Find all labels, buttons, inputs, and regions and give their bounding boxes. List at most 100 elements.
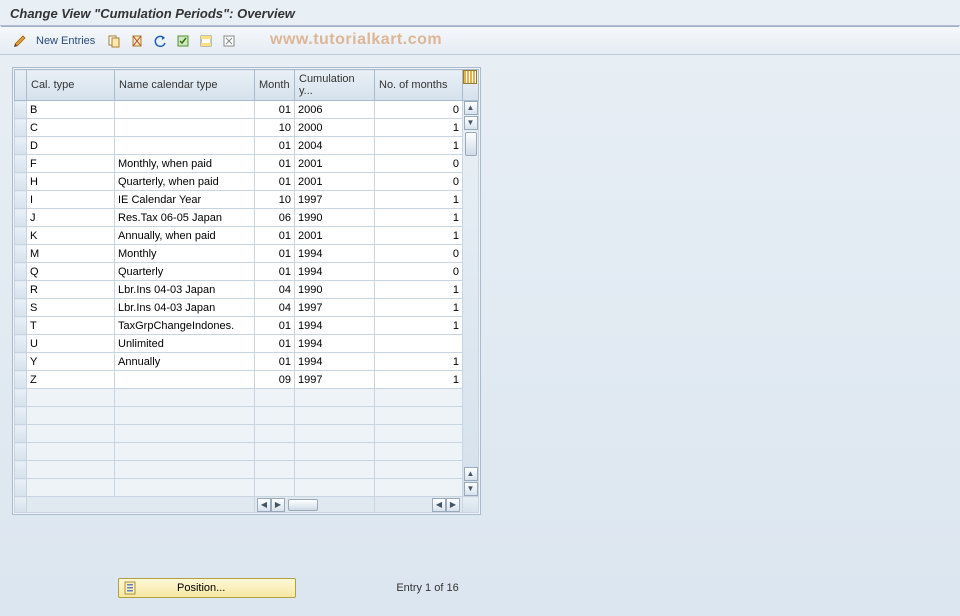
cell-cumulation[interactable]: 1997 — [295, 191, 375, 209]
scroll-down-step-button[interactable]: ▼ — [464, 116, 478, 130]
cell-caltype[interactable]: Y — [27, 353, 115, 371]
cell-cumulation[interactable]: 2001 — [295, 173, 375, 191]
cell-months[interactable]: 1 — [375, 317, 463, 335]
hscroll-left-button[interactable]: ◀ — [257, 498, 271, 512]
cell-caltype[interactable]: D — [27, 137, 115, 155]
row-selector[interactable] — [15, 317, 27, 335]
cell-caltype[interactable]: B — [27, 101, 115, 119]
table-row[interactable]: YAnnually0119941 — [15, 353, 479, 371]
cell-name[interactable]: Annually — [115, 353, 255, 371]
delete-icon[interactable] — [127, 32, 147, 50]
table-row[interactable]: IIE Calendar Year1019971 — [15, 191, 479, 209]
corner-cell[interactable] — [15, 70, 27, 101]
copy-icon[interactable] — [104, 32, 124, 50]
row-selector[interactable] — [15, 101, 27, 119]
table-row[interactable]: RLbr.Ins 04-03 Japan0419901 — [15, 281, 479, 299]
row-selector[interactable] — [15, 461, 27, 479]
cell-month[interactable]: 09 — [255, 371, 295, 389]
cell-month[interactable]: 01 — [255, 353, 295, 371]
cell-months[interactable]: 1 — [375, 137, 463, 155]
cell-name[interactable] — [115, 137, 255, 155]
cell-cumulation[interactable]: 1994 — [295, 263, 375, 281]
cell-name[interactable] — [115, 371, 255, 389]
horizontal-scrollbar[interactable]: ◀▶ — [255, 497, 375, 513]
row-selector[interactable] — [15, 191, 27, 209]
cell-month[interactable]: 01 — [255, 335, 295, 353]
row-selector[interactable] — [15, 335, 27, 353]
cell-month[interactable]: 01 — [255, 317, 295, 335]
col-header-name[interactable]: Name calendar type — [115, 70, 255, 101]
cell-month[interactable]: 01 — [255, 137, 295, 155]
hscroll-thumb[interactable] — [288, 499, 318, 511]
table-row[interactable]: MMonthly0119940 — [15, 245, 479, 263]
cell-cumulation[interactable]: 1990 — [295, 209, 375, 227]
cell-caltype[interactable]: I — [27, 191, 115, 209]
cell-caltype[interactable]: F — [27, 155, 115, 173]
cell-caltype[interactable]: Z — [27, 371, 115, 389]
scroll-thumb[interactable] — [465, 132, 477, 156]
row-selector[interactable] — [15, 137, 27, 155]
cell-months[interactable]: 1 — [375, 371, 463, 389]
cell-cumulation[interactable]: 2000 — [295, 119, 375, 137]
new-entries-button[interactable]: New Entries — [33, 35, 101, 47]
horizontal-scrollbar-end[interactable]: ◀▶ — [375, 497, 463, 513]
cell-name[interactable]: TaxGrpChangeIndones. — [115, 317, 255, 335]
cell-caltype[interactable]: K — [27, 227, 115, 245]
row-selector[interactable] — [15, 173, 27, 191]
row-selector[interactable] — [15, 479, 27, 497]
cell-cumulation[interactable]: 1994 — [295, 245, 375, 263]
cell-caltype[interactable]: M — [27, 245, 115, 263]
toggle-edit-icon[interactable] — [10, 32, 30, 50]
cell-caltype[interactable]: U — [27, 335, 115, 353]
cell-cumulation[interactable]: 1997 — [295, 371, 375, 389]
cell-name[interactable]: Lbr.Ins 04-03 Japan — [115, 281, 255, 299]
scroll-up-button[interactable]: ▲ — [464, 101, 478, 115]
row-selector[interactable] — [15, 155, 27, 173]
table-row[interactable]: D 0120041 — [15, 137, 479, 155]
row-selector[interactable] — [15, 425, 27, 443]
cell-cumulation[interactable]: 1994 — [295, 317, 375, 335]
table-row[interactable]: QQuarterly0119940 — [15, 263, 479, 281]
cell-caltype[interactable]: R — [27, 281, 115, 299]
row-selector[interactable] — [15, 227, 27, 245]
row-selector[interactable] — [15, 371, 27, 389]
cell-caltype[interactable]: C — [27, 119, 115, 137]
table-row[interactable]: TTaxGrpChangeIndones.0119941 — [15, 317, 479, 335]
cell-name[interactable]: Monthly — [115, 245, 255, 263]
row-selector[interactable] — [15, 209, 27, 227]
table-row[interactable]: UUnlimited011994 — [15, 335, 479, 353]
position-button[interactable]: Position... — [118, 578, 296, 598]
cell-cumulation[interactable]: 1994 — [295, 335, 375, 353]
cell-month[interactable]: 01 — [255, 155, 295, 173]
select-block-icon[interactable] — [196, 32, 216, 50]
row-selector[interactable] — [15, 263, 27, 281]
cell-name[interactable]: IE Calendar Year — [115, 191, 255, 209]
cell-months[interactable]: 0 — [375, 173, 463, 191]
cell-months[interactable] — [375, 335, 463, 353]
cell-months[interactable]: 1 — [375, 299, 463, 317]
cell-caltype[interactable]: T — [27, 317, 115, 335]
cell-name[interactable]: Quarterly — [115, 263, 255, 281]
cell-caltype[interactable]: J — [27, 209, 115, 227]
cell-cumulation[interactable]: 1994 — [295, 353, 375, 371]
cell-caltype[interactable]: S — [27, 299, 115, 317]
cell-month[interactable]: 10 — [255, 191, 295, 209]
row-selector[interactable] — [15, 299, 27, 317]
cell-cumulation[interactable]: 2006 — [295, 101, 375, 119]
cell-months[interactable]: 1 — [375, 227, 463, 245]
row-selector[interactable] — [15, 281, 27, 299]
col-header-caltype[interactable]: Cal. type — [27, 70, 115, 101]
cell-cumulation[interactable]: 1990 — [295, 281, 375, 299]
cell-name[interactable]: Quarterly, when paid — [115, 173, 255, 191]
row-selector[interactable] — [15, 353, 27, 371]
cell-months[interactable]: 1 — [375, 119, 463, 137]
cell-name[interactable]: Res.Tax 06-05 Japan — [115, 209, 255, 227]
cell-cumulation[interactable]: 2004 — [295, 137, 375, 155]
table-row[interactable]: JRes.Tax 06-05 Japan0619901 — [15, 209, 479, 227]
col-header-month[interactable]: Month — [255, 70, 295, 101]
table-row[interactable]: B0120060▲▼▲▼ — [15, 101, 479, 119]
undo-icon[interactable] — [150, 32, 170, 50]
col-header-cumulation[interactable]: Cumulation y... — [295, 70, 375, 101]
cell-caltype[interactable]: Q — [27, 263, 115, 281]
table-row[interactable]: KAnnually, when paid0120011 — [15, 227, 479, 245]
